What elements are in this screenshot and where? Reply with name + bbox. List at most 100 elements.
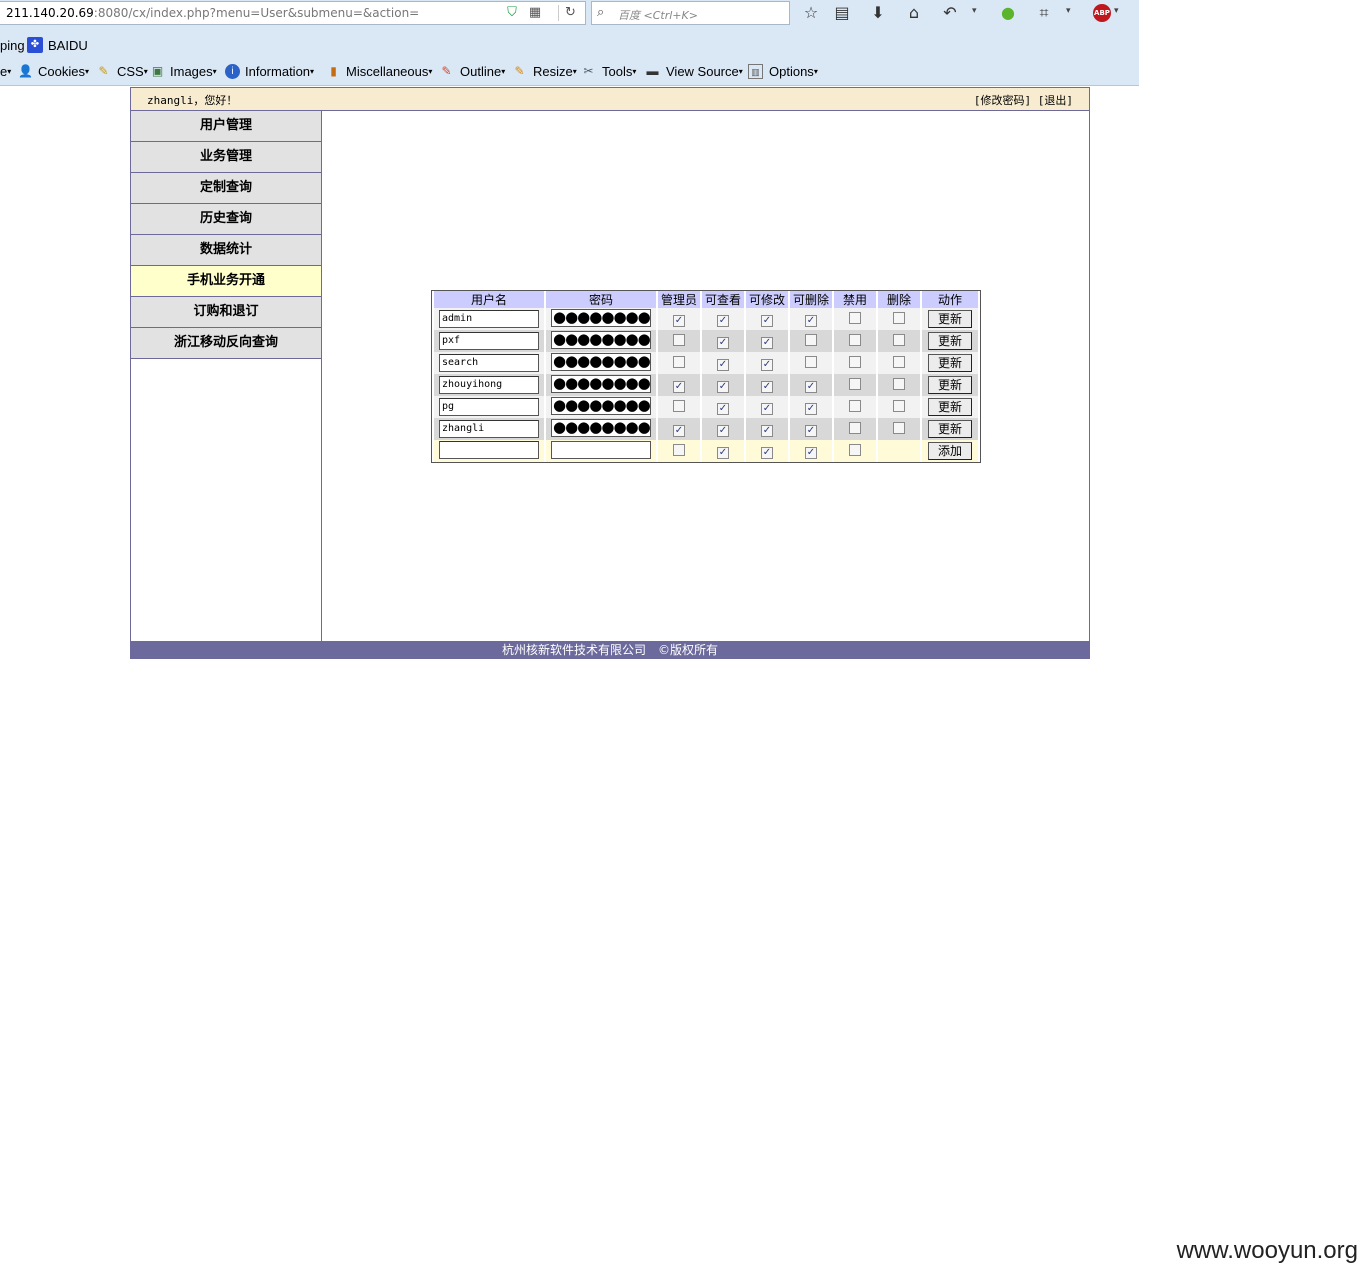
dev-menu-images[interactable]: Images▾: [170, 64, 217, 79]
delete-permission-checkbox[interactable]: [805, 333, 817, 346]
sidebar-item-6[interactable]: 订购和退订: [131, 297, 321, 328]
edit-checkbox[interactable]: ✓: [761, 314, 773, 327]
sidebar-item-1[interactable]: 业务管理: [131, 142, 321, 173]
new-password-input[interactable]: [551, 440, 651, 459]
update-button[interactable]: 更新: [928, 310, 972, 328]
bookmark-star-icon[interactable]: ☆: [800, 3, 822, 23]
password-input[interactable]: ●●●●●●●●: [551, 374, 651, 393]
view-checkbox[interactable]: ✓: [717, 336, 729, 349]
edit-checkbox[interactable]: ✓: [761, 402, 773, 415]
edit-checkbox[interactable]: ✓: [761, 358, 773, 371]
reading-list-icon[interactable]: ▤: [831, 3, 853, 23]
view-checkbox[interactable]: ✓: [717, 314, 729, 327]
new-username-input[interactable]: [439, 440, 539, 459]
new-delete-permission-checkbox[interactable]: ✓: [805, 446, 817, 459]
admin-checkbox[interactable]: [673, 399, 685, 412]
sidebar-item-7[interactable]: 浙江移动反向查询: [131, 328, 321, 359]
username-input[interactable]: pg: [439, 398, 539, 416]
new-disabled-checkbox[interactable]: [849, 443, 861, 456]
update-button[interactable]: 更新: [928, 376, 972, 394]
dev-menu-resize[interactable]: Resize▾: [533, 64, 577, 79]
new-edit-checkbox[interactable]: ✓: [761, 446, 773, 459]
password-input[interactable]: ●●●●●●●●: [551, 352, 651, 371]
disabled-checkbox[interactable]: [849, 311, 861, 324]
dev-menu-e[interactable]: e▾: [0, 64, 11, 79]
remove-checkbox[interactable]: [893, 333, 905, 346]
admin-checkbox[interactable]: ✓: [673, 424, 685, 437]
remove-checkbox[interactable]: [893, 399, 905, 412]
admin-checkbox[interactable]: ✓: [673, 380, 685, 393]
sidebar-item-4[interactable]: 数据统计: [131, 235, 321, 266]
delete-permission-checkbox[interactable]: ✓: [805, 424, 817, 437]
update-button[interactable]: 更新: [928, 420, 972, 438]
delete-permission-checkbox[interactable]: [805, 355, 817, 368]
undo-icon[interactable]: ↶: [939, 3, 961, 23]
update-button[interactable]: 更新: [928, 332, 972, 350]
username-input[interactable]: search: [439, 354, 539, 372]
view-checkbox[interactable]: ✓: [717, 358, 729, 371]
view-checkbox[interactable]: ✓: [717, 380, 729, 393]
dev-menu-miscellaneous[interactable]: Miscellaneous▾: [346, 64, 432, 79]
dev-menu-css[interactable]: CSS▾: [117, 64, 148, 79]
bookmark-baidu[interactable]: BAIDU: [48, 38, 88, 53]
admin-checkbox[interactable]: ✓: [673, 314, 685, 327]
sidebar-item-2[interactable]: 定制查询: [131, 173, 321, 204]
disabled-checkbox[interactable]: [849, 355, 861, 368]
address-bar[interactable]: 211.140.20.69:8080/cx/index.php?menu=Use…: [0, 1, 586, 25]
disabled-checkbox[interactable]: [849, 399, 861, 412]
remove-checkbox[interactable]: [893, 311, 905, 324]
remove-checkbox[interactable]: [893, 377, 905, 390]
sidebar-item-5[interactable]: 手机业务开通: [131, 266, 321, 297]
search-bar[interactable]: ⌕ 百度 <Ctrl+K>: [591, 1, 790, 25]
dev-menu-options[interactable]: Options▾: [769, 64, 818, 79]
change-password-link[interactable]: [修改密码]: [974, 94, 1031, 107]
remove-checkbox[interactable]: [893, 421, 905, 434]
chevron-down-icon[interactable]: ▾: [1066, 6, 1071, 16]
username-input[interactable]: zhouyihong: [439, 376, 539, 394]
admin-checkbox[interactable]: [673, 333, 685, 346]
edit-checkbox[interactable]: ✓: [761, 380, 773, 393]
password-input[interactable]: ●●●●●●●●: [551, 308, 651, 327]
adblock-icon[interactable]: ABP: [1093, 4, 1111, 22]
delete-permission-checkbox[interactable]: ✓: [805, 314, 817, 327]
dev-menu-view-source[interactable]: View Source▾: [666, 64, 743, 79]
sidebar-item-3[interactable]: 历史查询: [131, 204, 321, 235]
username-input[interactable]: admin: [439, 310, 539, 328]
disabled-checkbox[interactable]: [849, 377, 861, 390]
sidebar-item-0[interactable]: 用户管理: [131, 111, 321, 142]
view-checkbox[interactable]: ✓: [717, 424, 729, 437]
chat-icon[interactable]: ●: [997, 3, 1019, 23]
dev-menu-tools[interactable]: Tools▾: [602, 64, 636, 79]
username-input[interactable]: pxf: [439, 332, 539, 350]
username-input[interactable]: zhangli: [439, 420, 539, 438]
new-view-checkbox[interactable]: ✓: [717, 446, 729, 459]
update-button[interactable]: 更新: [928, 398, 972, 416]
dev-menu-cookies[interactable]: Cookies▾: [38, 64, 89, 79]
disabled-checkbox[interactable]: [849, 421, 861, 434]
admin-checkbox[interactable]: [673, 355, 685, 368]
logout-link[interactable]: [退出]: [1038, 94, 1073, 107]
reload-icon[interactable]: ↻: [558, 5, 580, 21]
delete-permission-checkbox[interactable]: ✓: [805, 380, 817, 393]
password-input[interactable]: ●●●●●●●●: [551, 418, 651, 437]
download-icon[interactable]: ⬇: [867, 3, 889, 23]
dev-menu-outline[interactable]: Outline▾: [460, 64, 505, 79]
remove-checkbox[interactable]: [893, 355, 905, 368]
new-admin-checkbox[interactable]: [673, 443, 685, 456]
chevron-down-icon[interactable]: ▾: [972, 6, 977, 16]
shield-icon[interactable]: ⛉: [504, 5, 520, 21]
bookmark-ping[interactable]: ping: [0, 38, 25, 53]
password-input[interactable]: ●●●●●●●●: [551, 330, 651, 349]
add-button[interactable]: 添加: [928, 442, 972, 460]
dev-menu-information[interactable]: Information▾: [245, 64, 314, 79]
update-button[interactable]: 更新: [928, 354, 972, 372]
qr-code-icon[interactable]: ▦: [527, 5, 543, 21]
disabled-checkbox[interactable]: [849, 333, 861, 346]
password-input[interactable]: ●●●●●●●●: [551, 396, 651, 415]
edit-checkbox[interactable]: ✓: [761, 424, 773, 437]
edit-checkbox[interactable]: ✓: [761, 336, 773, 349]
crop-icon[interactable]: ⌗: [1033, 3, 1055, 23]
home-icon[interactable]: ⌂: [903, 3, 925, 23]
chevron-down-icon[interactable]: ▾: [1114, 6, 1119, 16]
delete-permission-checkbox[interactable]: ✓: [805, 402, 817, 415]
